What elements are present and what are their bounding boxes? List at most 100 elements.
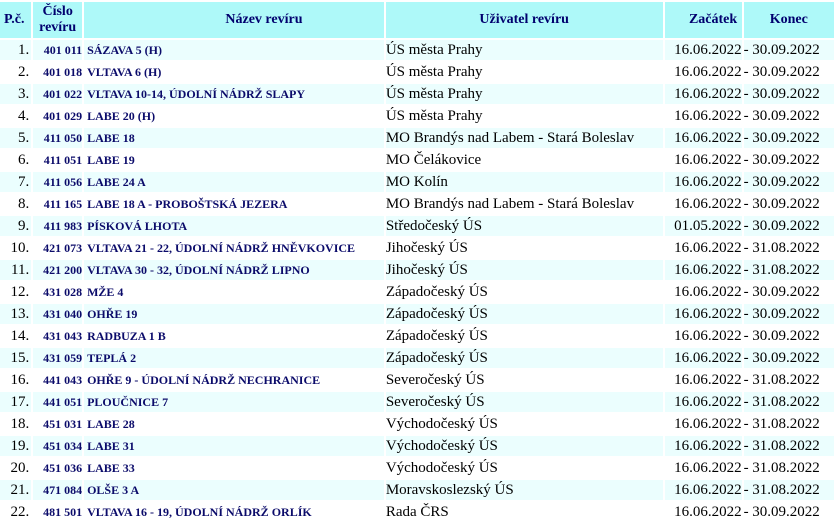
revir-name-link[interactable]: OLŠE 3 A — [87, 483, 139, 497]
revir-number-cell: 411 056 — [33, 172, 83, 192]
revir-user: Severočeský ÚS — [385, 394, 485, 410]
start-date: 16.06.2022 — [674, 86, 742, 102]
revir-name-link[interactable]: VLTAVA 30 - 32, ÚDOLNÍ NÁDRŽ LIPNO — [87, 263, 310, 277]
revir-name-link[interactable]: LABE 33 — [87, 461, 135, 475]
start-date-cell: 16.06.2022 — [664, 348, 742, 368]
start-date-cell: 16.06.2022 — [664, 458, 742, 478]
revir-number: 431 059 — [43, 351, 83, 365]
revir-number: 451 031 — [43, 417, 83, 431]
revir-name-link[interactable]: TEPLÁ 2 — [87, 351, 136, 365]
revir-name-link-cell: VLTAVA 10-14, ÚDOLNÍ NÁDRŽ SLAPY — [84, 84, 384, 104]
revir-name-link[interactable]: OHŘE 19 — [87, 307, 137, 321]
table-row: 16. 441 043 OHŘE 9 - ÚDOLNÍ NÁDRŽ NECHRANI… — [0, 370, 834, 390]
header-uzivatel: Uživatel revíru — [385, 2, 663, 38]
end-date: - 30.09.2022 — [743, 196, 820, 212]
table-row: 15. 431 059 TEPLÁ 2 Západočeský ÚS 16.06.202… — [0, 348, 834, 368]
revir-user: ÚS města Prahy — [385, 86, 483, 102]
row-number: 6. — [17, 152, 30, 168]
revir-number: 481 501 — [43, 505, 83, 519]
row-number: 12. — [10, 284, 30, 300]
end-date-cell: - 30.09.2022 — [743, 304, 834, 324]
end-date-cell: - 30.09.2022 — [743, 326, 834, 346]
row-number-cell: 13. — [0, 304, 32, 324]
start-date: 16.06.2022 — [674, 130, 742, 146]
revir-name-link[interactable]: LABE 31 — [87, 439, 135, 453]
revir-name-link-cell: OLŠE 3 A — [84, 480, 384, 500]
revir-user-cell: Jihočeský ÚS — [385, 260, 663, 280]
revir-number-cell: 421 200 — [33, 260, 83, 280]
start-date: 16.06.2022 — [674, 350, 742, 366]
revir-name-link[interactable]: LABE 18 A - PROBOŠTSKÁ JEZERA — [87, 197, 287, 211]
revir-user-cell: Západočeský ÚS — [385, 304, 663, 324]
revir-user: Západočeský ÚS — [385, 306, 488, 322]
revir-name-link[interactable]: VLTAVA 10-14, ÚDOLNÍ NÁDRŽ SLAPY — [87, 87, 305, 101]
revir-name-link[interactable]: PÍSKOVÁ LHOTA — [87, 219, 187, 233]
revir-name-link[interactable]: OHŘE 9 - ÚDOLNÍ NÁDRŽ NECHRANICE — [87, 373, 320, 387]
revir-number-cell: 441 051 — [33, 392, 83, 412]
table-row: 17. 441 051 PLOUČNICE 7 Severočeský ÚS 16.06… — [0, 392, 834, 412]
revir-name-link-cell: LABE 33 — [84, 458, 384, 478]
table-row: 21. 471 084 OLŠE 3 A Moravskoslezský ÚS 16.0… — [0, 480, 834, 500]
revir-name-link-cell: LABE 18 A - PROBOŠTSKÁ JEZERA — [84, 194, 384, 214]
end-date-cell: - 31.08.2022 — [743, 414, 834, 434]
end-date: - 30.09.2022 — [743, 174, 820, 190]
start-date-cell: 16.06.2022 — [664, 172, 742, 192]
end-date-cell: - 31.08.2022 — [743, 480, 834, 500]
revir-name-link[interactable]: LABE 28 — [87, 417, 135, 431]
revir-number: 431 043 — [43, 329, 83, 343]
row-number: 11. — [11, 262, 30, 278]
row-number: 18. — [10, 416, 30, 432]
header-cislo-line1: Číslo — [42, 4, 73, 19]
revir-number-cell: 411 050 — [33, 128, 83, 148]
revir-user-cell: Východočeský ÚS — [385, 436, 663, 456]
revir-name-link[interactable]: RADBUZA 1 B — [87, 329, 166, 343]
revir-name-link[interactable]: VLTAVA 16 - 19, ÚDOLNÍ NÁDRŽ ORLÍK — [87, 505, 312, 519]
row-number-cell: 5. — [0, 128, 32, 148]
revir-name-link-cell: LABE 28 — [84, 414, 384, 434]
start-date-cell: 16.06.2022 — [664, 128, 742, 148]
start-date-cell: 16.06.2022 — [664, 480, 742, 500]
revir-name-link[interactable]: LABE 20 (H) — [87, 109, 155, 123]
revir-number: 411 050 — [43, 131, 83, 145]
row-number: 21. — [10, 482, 30, 498]
end-date-cell: - 30.09.2022 — [743, 216, 834, 236]
revir-name-link-cell: LABE 19 — [84, 150, 384, 170]
revir-name-link[interactable]: VLTAVA 6 (H) — [87, 65, 161, 79]
revir-user: MO Čelákovice — [385, 152, 482, 168]
revir-number: 451 036 — [43, 461, 83, 475]
revir-name-link[interactable]: LABE 24 A — [87, 175, 146, 189]
revir-name-link-cell: PLOUČNICE 7 — [84, 392, 384, 412]
revir-number: 431 028 — [43, 285, 83, 299]
start-date: 16.06.2022 — [674, 416, 742, 432]
end-date-cell: - 30.09.2022 — [743, 348, 834, 368]
end-date-cell: - 30.09.2022 — [743, 172, 834, 192]
end-date-cell: - 30.09.2022 — [743, 106, 834, 126]
revir-name-link[interactable]: VLTAVA 21 - 22, ÚDOLNÍ NÁDRŽ HNĚVKOVICE — [87, 241, 355, 255]
revir-name-link[interactable]: SÁZAVA 5 (H) — [87, 43, 162, 57]
end-date: - 31.08.2022 — [743, 460, 820, 476]
table-row: 19. 451 034 LABE 31 Východočeský ÚS 16.06.20… — [0, 436, 834, 456]
start-date: 16.06.2022 — [674, 64, 742, 80]
revir-number-cell: 471 084 — [33, 480, 83, 500]
start-date-cell: 16.06.2022 — [664, 40, 742, 60]
start-date-cell: 16.06.2022 — [664, 62, 742, 82]
end-date-cell: - 30.09.2022 — [743, 128, 834, 148]
table-row: 13. 431 040 OHŘE 19 Západočeský ÚS 16.06.202… — [0, 304, 834, 324]
revir-name-link[interactable]: MŽE 4 — [87, 285, 123, 299]
row-number: 22. — [10, 504, 30, 520]
revir-name-link[interactable]: LABE 19 — [87, 153, 135, 167]
revir-name-link[interactable]: LABE 18 — [87, 131, 135, 145]
end-date: - 30.09.2022 — [743, 108, 820, 124]
revir-number: 431 040 — [43, 307, 83, 321]
start-date-cell: 16.06.2022 — [664, 304, 742, 324]
table-body: 1. 401 011 SÁZAVA 5 (H) ÚS města Prahy 16.06… — [0, 40, 834, 522]
end-date: - 30.09.2022 — [743, 42, 820, 58]
table-header-row: P.č. Číslo revíru Název revíru Uživatel … — [0, 2, 834, 38]
revir-user: ÚS města Prahy — [385, 42, 483, 58]
table-row: 5. 411 050 LABE 18 MO Brandýs nad Labem - S… — [0, 128, 834, 148]
start-date: 16.06.2022 — [674, 262, 742, 278]
revir-name-link[interactable]: PLOUČNICE 7 — [87, 395, 168, 409]
row-number: 1. — [17, 42, 30, 58]
revir-user: Jihočeský ÚS — [385, 240, 468, 256]
revir-user: Východočeský ÚS — [385, 416, 498, 432]
